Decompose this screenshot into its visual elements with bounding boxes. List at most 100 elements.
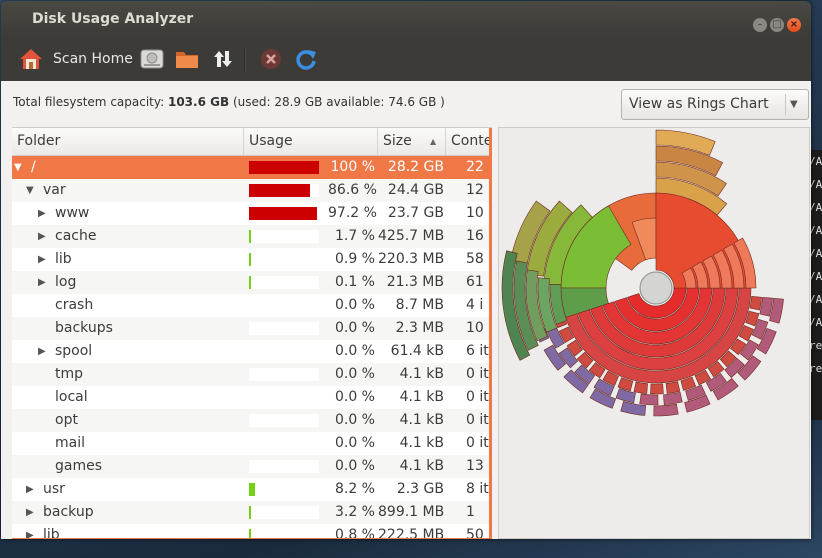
usage-percent: 0.1 %: [334, 274, 375, 290]
ring-segment-www-sub[interactable]: [663, 391, 683, 406]
tree-row[interactable]: crash 0.0 % 8.7 MB 4 i: [12, 294, 492, 317]
ring-segment-www-sub[interactable]: [749, 296, 762, 311]
tree-row[interactable]: local 0.0 % 4.1 kB 0 it: [12, 386, 492, 409]
tree-row[interactable]: ▶ cache 1.7 % 425.7 MB 16 i: [12, 225, 492, 248]
rings-chart-panel[interactable]: [498, 127, 810, 539]
capacity-prefix: Total filesystem capacity:: [13, 95, 165, 109]
expander-closed-icon[interactable]: ▶: [38, 225, 46, 248]
tree-row[interactable]: ▶ lib 0.9 % 220.3 MB 58 i: [12, 248, 492, 271]
folder-contents: 6 it: [466, 343, 489, 359]
folder-contents: 10 i: [466, 205, 492, 221]
title-bar[interactable]: Disk Usage Analyzer – □ ×: [1, 1, 811, 37]
folder-name: backups: [55, 320, 113, 336]
usage-percent: 0.0 %: [334, 366, 375, 382]
expander-closed-icon[interactable]: ▶: [26, 501, 34, 524]
folder-size: 2.3 MB: [395, 320, 444, 336]
usage-bar: [249, 299, 319, 312]
usage-bar-fill: [249, 253, 251, 266]
tree-row[interactable]: ▼ var 86.6 % 24.4 GB 12 i: [12, 179, 492, 202]
folder-contents: 4 i: [466, 297, 484, 313]
scan-folder-button[interactable]: [174, 45, 200, 73]
rings-chart[interactable]: [499, 128, 809, 538]
folder-size: 899.1 MB: [378, 504, 445, 520]
folder-name: www: [55, 205, 90, 221]
close-button[interactable]: ×: [787, 18, 801, 32]
expander-closed-icon[interactable]: ▶: [38, 248, 46, 271]
folder-size: 4.1 kB: [399, 389, 444, 405]
tree-row[interactable]: ▼ / 100 % 28.2 GB 22 i: [12, 156, 492, 179]
ring-segment-www-sub[interactable]: [665, 381, 681, 394]
ring-segment-www-sub[interactable]: [650, 383, 664, 395]
scan-filesystem-button[interactable]: [139, 45, 165, 73]
folder-contents: 8 it: [466, 481, 489, 497]
column-folder[interactable]: Folder: [12, 128, 244, 155]
scan-home-label: Scan Home: [53, 51, 133, 67]
folder-contents: 0 it: [466, 389, 489, 405]
minimize-button[interactable]: –: [753, 18, 767, 32]
rings-center-root[interactable]: [639, 271, 673, 305]
tree-row[interactable]: backups 0.0 % 2.3 MB 10 i: [12, 317, 492, 340]
usage-bar: [249, 414, 319, 427]
refresh-icon: [296, 50, 316, 70]
usage-bar: [249, 230, 319, 243]
folder-contents: 0 it: [466, 366, 489, 382]
tree-row[interactable]: mail 0.0 % 4.1 kB 0 it: [12, 432, 492, 455]
usage-percent: 0.0 %: [334, 343, 375, 359]
ring-segment-www-sub[interactable]: [615, 388, 636, 404]
horizontal-scrollbar[interactable]: [12, 538, 492, 539]
ring-segment-www-sub[interactable]: [639, 393, 659, 406]
usage-percent: 0.0 %: [334, 297, 375, 313]
folder-size: 4.1 kB: [399, 435, 444, 451]
folder-name: lib: [43, 527, 60, 539]
column-usage[interactable]: Usage: [244, 128, 378, 155]
maximize-button[interactable]: □: [770, 18, 784, 32]
expander-closed-icon[interactable]: ▶: [26, 478, 34, 501]
scan-home-button[interactable]: Scan Home: [19, 45, 133, 73]
tree-row[interactable]: ▶ spool 0.0 % 61.4 kB 6 it: [12, 340, 492, 363]
stop-icon: [261, 49, 281, 69]
chevron-down-icon: ▼: [790, 99, 798, 110]
expander-open-icon[interactable]: ▼: [14, 156, 22, 179]
expander-open-icon[interactable]: ▼: [26, 179, 34, 202]
ring-segment-www-sub[interactable]: [633, 381, 648, 394]
folder-tree[interactable]: Folder Usage Size ▲ Conte ▼ / 100 % 28.2 GB…: [12, 127, 492, 539]
usage-bar-fill: [249, 207, 317, 220]
tree-row[interactable]: ▶ www 97.2 % 23.7 GB 10 i: [12, 202, 492, 225]
folder-name: log: [55, 274, 77, 290]
tree-header: Folder Usage Size ▲ Conte: [12, 128, 492, 156]
ring-segment-www-sub[interactable]: [653, 403, 679, 417]
main-content: Total filesystem capacity: 103.6 GB (use…: [1, 81, 811, 539]
folder-size: 61.4 kB: [390, 343, 444, 359]
refresh-button[interactable]: [294, 45, 318, 73]
stop-button[interactable]: [259, 45, 283, 73]
folder-name: crash: [55, 297, 94, 313]
ring-segment-www-sub[interactable]: [759, 297, 773, 317]
tree-row[interactable]: tmp 0.0 % 4.1 kB 0 it: [12, 363, 492, 386]
column-contents[interactable]: Conte: [446, 128, 492, 155]
tree-row[interactable]: opt 0.0 % 4.1 kB 0 it: [12, 409, 492, 432]
expander-closed-icon[interactable]: ▶: [26, 524, 34, 539]
usage-bar-fill: [249, 184, 310, 197]
folder-contents: 12 i: [466, 182, 492, 198]
folder-size: 220.3 MB: [378, 251, 445, 267]
expander-closed-icon[interactable]: ▶: [38, 202, 46, 225]
expander-closed-icon[interactable]: ▶: [38, 271, 46, 294]
view-selector-dropdown[interactable]: View as Rings Chart ▼: [621, 89, 809, 120]
tree-row[interactable]: games 0.0 % 4.1 kB 13 i: [12, 455, 492, 478]
usage-bar: [249, 460, 319, 473]
folder-size: 4.1 kB: [399, 458, 444, 474]
tree-row[interactable]: ▶ log 0.1 % 21.3 MB 61 i: [12, 271, 492, 294]
tree-row[interactable]: ▶ backup 3.2 % 899.1 MB 1: [12, 501, 492, 524]
sort-arrows-icon: [214, 51, 232, 67]
usage-percent: 8.2 %: [334, 481, 375, 497]
folder-name: backup: [43, 504, 94, 520]
folder-name: cache: [55, 228, 97, 244]
tree-row[interactable]: ▶ lib 0.8 % 222.5 MB 50 i: [12, 524, 492, 539]
tree-row[interactable]: ▶ usr 8.2 % 2.3 GB 8 it: [12, 478, 492, 501]
folder-name: spool: [55, 343, 93, 359]
folder-icon: [176, 52, 198, 68]
expander-closed-icon[interactable]: ▶: [38, 340, 46, 363]
folder-contents: 22 i: [466, 159, 492, 175]
usage-percent: 86.6 %: [328, 182, 377, 198]
scan-remote-button[interactable]: [211, 45, 235, 73]
